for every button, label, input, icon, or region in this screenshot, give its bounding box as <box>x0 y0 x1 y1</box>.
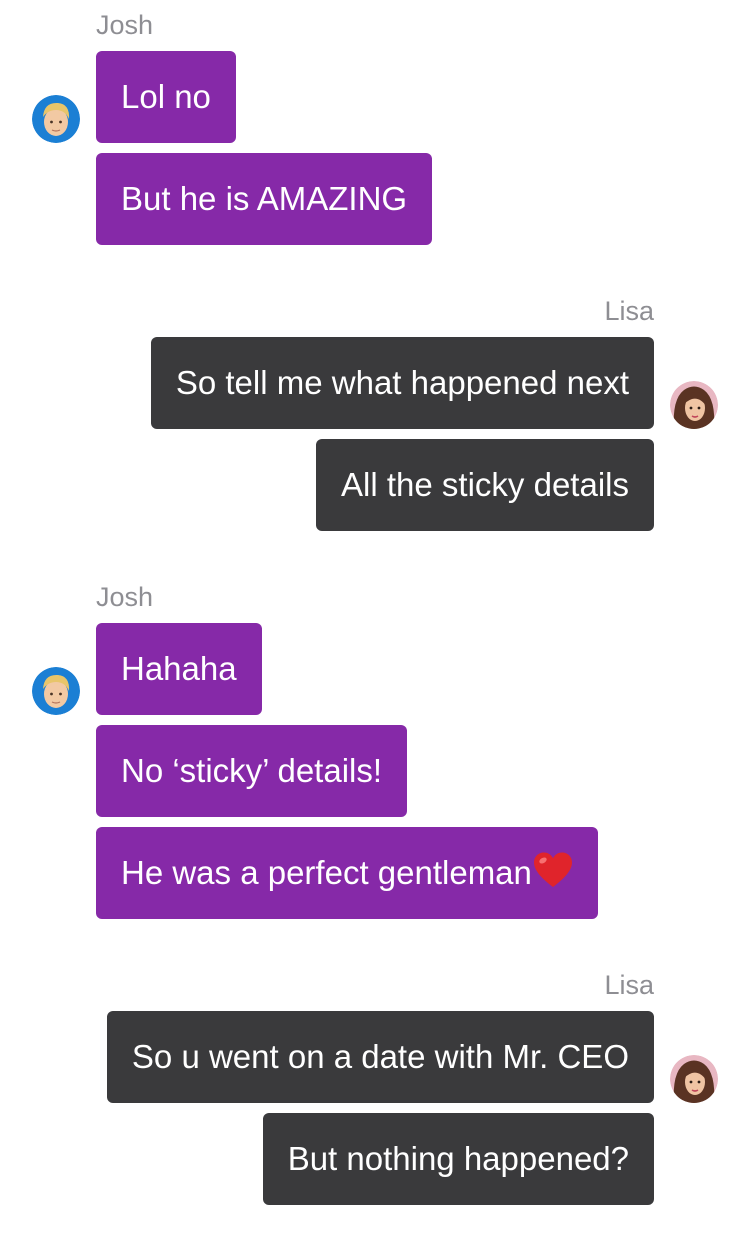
lisa-avatar[interactable] <box>670 381 718 429</box>
message-bubble[interactable]: Lol no <box>96 51 236 143</box>
message-bubble[interactable]: But nothing happened? <box>262 1113 654 1205</box>
message-bubble[interactable]: So u went on a date with Mr. CEO <box>106 1011 654 1103</box>
lisa-avatar[interactable] <box>670 1055 718 1103</box>
message-text: He was a perfect gentleman <box>121 854 532 891</box>
message-bubble[interactable]: All the sticky details <box>316 439 654 531</box>
josh-avatar[interactable] <box>32 667 80 715</box>
heart-emoji-icon <box>533 831 573 923</box>
message-bubble[interactable]: Hahaha <box>96 623 262 715</box>
message-bubble[interactable]: He was a perfect gentleman <box>96 827 598 919</box>
sender-name-josh: Josh <box>96 10 154 40</box>
message-bubble[interactable]: No ‘sticky’ details! <box>96 725 408 817</box>
message-bubble[interactable]: So tell me what happened next <box>150 337 654 429</box>
sender-name-lisa: Lisa <box>604 296 654 326</box>
message-bubble[interactable]: But he is AMAZING <box>96 153 433 245</box>
sender-name-lisa: Lisa <box>604 970 654 1000</box>
josh-avatar[interactable] <box>32 95 80 143</box>
sender-name-josh: Josh <box>96 582 154 612</box>
